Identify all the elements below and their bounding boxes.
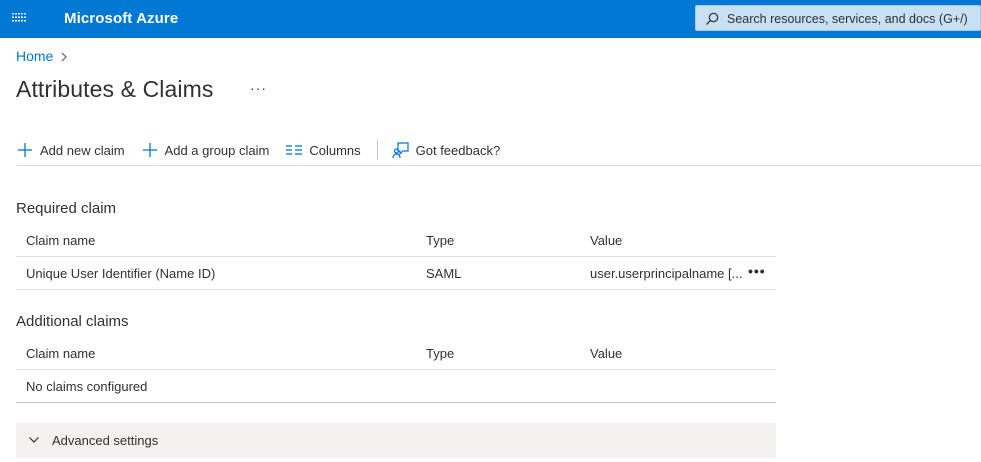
top-navigation-bar: Microsoft Azure Search resources, servic… (0, 0, 981, 38)
empty-state-row: No claims configured (16, 370, 776, 403)
global-search-input[interactable]: Search resources, services, and docs (G+… (695, 5, 981, 31)
column-header-type[interactable]: Type (426, 233, 454, 248)
hamburger-icon (12, 13, 26, 22)
column-header-type[interactable]: Type (426, 346, 454, 361)
app-title[interactable]: Microsoft Azure (64, 10, 178, 27)
portal-menu-button[interactable] (8, 8, 32, 30)
add-group-claim-button[interactable]: Add a group claim (141, 138, 270, 162)
table-header-row: Claim name Type Value (16, 337, 776, 370)
table-header-row: Claim name Type Value (16, 224, 776, 257)
column-header-claim-name[interactable]: Claim name (26, 346, 95, 361)
breadcrumb-home-link[interactable]: Home (16, 48, 53, 64)
plus-icon (16, 141, 34, 159)
column-header-claim-name[interactable]: Claim name (26, 233, 95, 248)
row-more-options-button[interactable]: ••• (748, 263, 766, 279)
required-claims-table: Claim name Type Value Unique User Identi… (16, 224, 776, 290)
add-group-claim-label: Add a group claim (164, 142, 270, 158)
toolbar-divider-line (16, 165, 981, 166)
plus-icon (141, 141, 159, 159)
required-claim-heading: Required claim (16, 200, 117, 217)
command-bar: Add new claim Add a group claim Columns (16, 137, 516, 163)
feedback-icon (392, 141, 410, 159)
add-new-claim-label: Add new claim (40, 142, 125, 158)
chevron-right-icon (61, 52, 68, 61)
page-more-options-button[interactable]: ··· (250, 80, 267, 96)
chevron-down-icon (29, 437, 39, 443)
toolbar-divider (376, 140, 378, 160)
advanced-settings-label: Advanced settings (52, 433, 159, 448)
columns-button[interactable]: Columns (285, 138, 361, 162)
additional-claims-heading: Additional claims (16, 313, 129, 330)
advanced-settings-toggle[interactable]: Advanced settings (16, 423, 776, 458)
search-icon (706, 12, 719, 25)
columns-label: Columns (309, 142, 361, 158)
feedback-button[interactable]: Got feedback? (392, 138, 501, 162)
add-new-claim-button[interactable]: Add new claim (16, 138, 125, 162)
table-row[interactable]: Unique User Identifier (Name ID) SAML us… (16, 257, 776, 290)
no-claims-message: No claims configured (26, 379, 148, 394)
claim-value-cell: user.userprincipalname [... (590, 266, 743, 281)
page-title: Attributes & Claims (16, 76, 214, 102)
breadcrumb: Home (16, 48, 68, 64)
column-header-value[interactable]: Value (590, 233, 622, 248)
claim-type-cell: SAML (426, 266, 462, 281)
additional-claims-table: Claim name Type Value No claims configur… (16, 337, 776, 403)
feedback-label: Got feedback? (415, 142, 501, 158)
search-placeholder: Search resources, services, and docs (G+… (727, 12, 968, 26)
columns-icon (285, 141, 303, 159)
column-header-value[interactable]: Value (590, 346, 622, 361)
claim-name-cell: Unique User Identifier (Name ID) (26, 266, 216, 281)
